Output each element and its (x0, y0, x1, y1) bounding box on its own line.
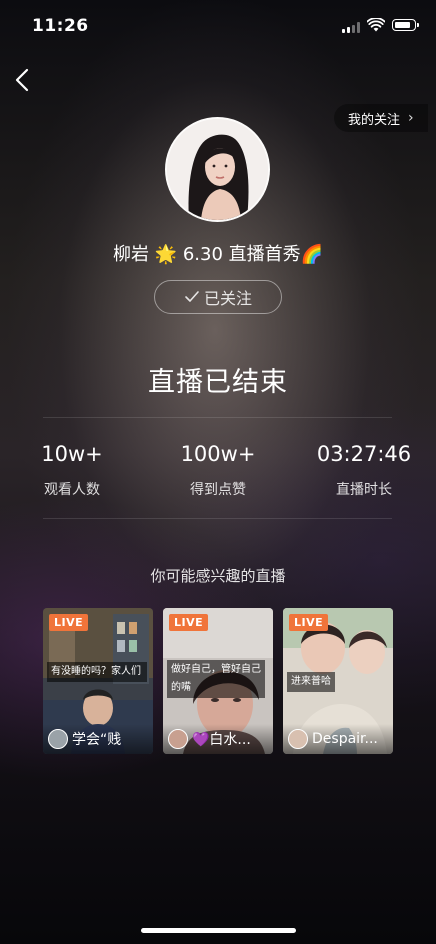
cellular-signal-icon (342, 22, 360, 33)
streamer-avatar (288, 729, 308, 749)
live-badge: LIVE (169, 614, 209, 631)
live-card-3-caption: 进来普哈 (287, 672, 335, 692)
stream-title: 🌟 6.30 直播首秀🌈 (154, 244, 324, 265)
back-button[interactable] (12, 66, 34, 94)
divider-top (43, 417, 392, 418)
live-card-2-caption: 做好自己，管好自己的嘴 (167, 660, 265, 698)
chevron-right-icon: › (408, 110, 414, 126)
live-card-3-name: Despair... (312, 731, 378, 747)
viewers-label: 观看人数 (44, 482, 100, 498)
divider-bottom (43, 518, 392, 519)
streamer-avatar (168, 729, 188, 749)
status-time: 11:26 (32, 16, 89, 36)
live-badge: LIVE (49, 614, 89, 631)
live-card-2-footer: 💜白水... (163, 724, 273, 754)
duration-value: 03:27:46 (316, 442, 412, 466)
recommend-title: 你可能感兴趣的直播 (150, 567, 286, 585)
live-card-1-footer: 学会“贱 (43, 724, 153, 754)
wifi-icon (367, 18, 385, 32)
followed-button[interactable]: 已关注 (154, 280, 282, 314)
live-card-1-caption: 有没睡的吗？家人们 (47, 662, 147, 682)
host-title-line: 柳岩 🌟 6.30 直播首秀🌈 (0, 240, 436, 266)
live-card-3-footer: Despair... (283, 724, 393, 754)
battery-icon (392, 19, 419, 31)
streamer-avatar (48, 729, 68, 749)
home-indicator[interactable] (141, 928, 296, 933)
live-card-2-name: 💜白水... (192, 732, 251, 748)
live-card-1-name: 学会“贱 (72, 732, 122, 748)
my-follows-label: 我的关注 (348, 112, 401, 128)
live-badge: LIVE (289, 614, 329, 631)
live-card-1[interactable]: LIVE 有没睡的吗？家人们 学会“贱 (43, 608, 153, 754)
followed-label: 已关注 (203, 289, 252, 308)
host-name: 柳岩 (112, 244, 149, 265)
my-follows-button[interactable]: 我的关注 › (334, 104, 428, 132)
host-avatar[interactable] (165, 117, 270, 222)
live-card-3[interactable]: LIVE 进来普哈 Despair... (283, 608, 393, 754)
duration-label: 直播时长 (336, 482, 392, 498)
likes-label: 得到点赞 (190, 482, 246, 498)
live-card-2[interactable]: LIVE 做好自己，管好自己的嘴 💜白水... (163, 608, 273, 754)
checkmark-icon (185, 291, 199, 302)
likes-count: 100w+ (180, 442, 256, 466)
viewers-count: 10w+ (41, 442, 103, 466)
stream-ended-title: 直播已结束 (148, 367, 288, 398)
